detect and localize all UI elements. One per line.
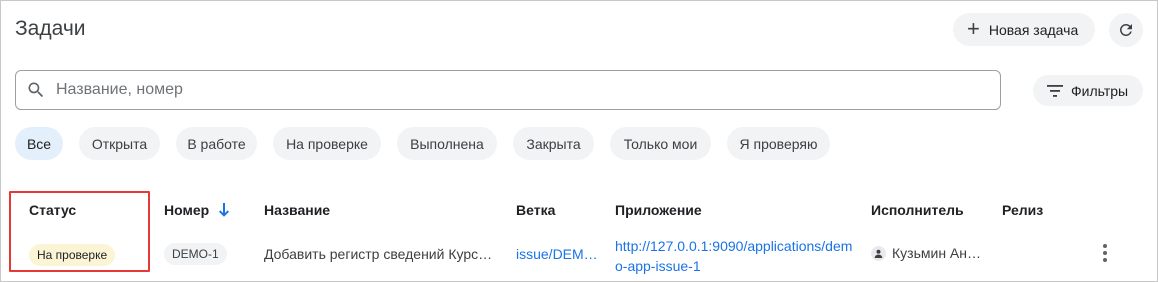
issue-number-badge: DEMO-1 (164, 243, 227, 265)
column-header-app[interactable]: Приложение (615, 202, 702, 218)
chip-i-review[interactable]: Я проверяю (727, 127, 830, 160)
new-task-label: Новая задача (988, 21, 1079, 38)
tasks-panel: Задачи + Новая задача Фильтры Все Открыт… (0, 0, 1158, 282)
chip-done[interactable]: Выполнена (397, 127, 497, 160)
column-header-name[interactable]: Название (264, 202, 330, 218)
column-header-number-label: Номер (164, 202, 210, 218)
column-header-status[interactable]: Статус (29, 202, 76, 218)
status-badge: На проверке (29, 244, 116, 266)
filter-icon (1047, 84, 1063, 97)
chip-in-review[interactable]: На проверке (273, 127, 381, 160)
plus-icon: + (967, 15, 980, 41)
column-header-branch[interactable]: Ветка (516, 202, 555, 218)
app-link[interactable]: http://127.0.0.1:9090/applications/demo-… (615, 236, 855, 276)
more-vert-icon[interactable] (1094, 241, 1116, 265)
filters-label: Фильтры (1071, 82, 1129, 99)
search-field[interactable] (15, 70, 1001, 110)
assignee-name: Кузьмин Ан… (892, 245, 982, 261)
search-icon (28, 82, 44, 98)
new-task-button[interactable]: + Новая задача (953, 13, 1095, 46)
chip-only-mine[interactable]: Только мои (610, 127, 711, 160)
search-input[interactable] (56, 81, 956, 99)
table-row[interactable]: На проверке DEMO-1 Добавить регистр свед… (1, 233, 1158, 276)
filters-button[interactable]: Фильтры (1033, 75, 1143, 106)
branch-link[interactable]: issue/DEM… (516, 246, 596, 262)
page-title: Задачи (15, 17, 86, 40)
refresh-button[interactable] (1109, 13, 1143, 47)
person-icon (871, 245, 886, 261)
arrow-down-icon (219, 203, 230, 217)
chip-closed[interactable]: Закрыта (513, 127, 594, 160)
column-header-assignee[interactable]: Исполнитель (871, 202, 964, 218)
refresh-icon (1119, 23, 1132, 36)
column-header-number[interactable]: Номер (164, 202, 230, 218)
issue-name: Добавить регистр сведений Курс… (264, 246, 493, 262)
assignee: Кузьмин Ан… (871, 245, 981, 261)
chip-in-progress[interactable]: В работе (176, 127, 257, 160)
chip-open[interactable]: Открыта (79, 127, 160, 160)
chip-all[interactable]: Все (15, 127, 63, 160)
column-header-release[interactable]: Релиз (1002, 202, 1043, 218)
